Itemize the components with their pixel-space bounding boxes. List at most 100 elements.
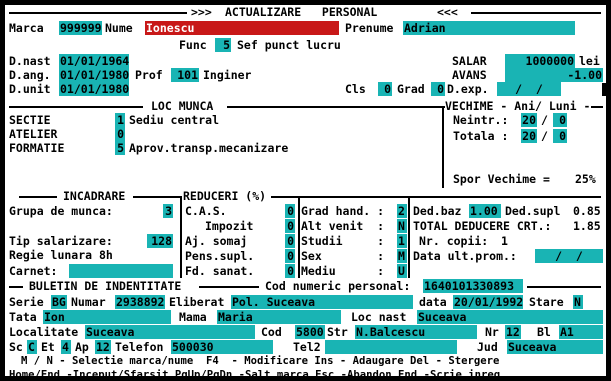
- loc-nast-field[interactable]: Suceava: [417, 310, 603, 324]
- tel2-field[interactable]: [325, 340, 457, 354]
- eliberat-label: Eliberat: [169, 295, 225, 309]
- buletin-rule-left: [9, 286, 23, 288]
- grad-hand-field[interactable]: 2: [397, 204, 407, 218]
- personnel-update-form: >>> ACTUALIZARE PERSONAL <<< Marca 99999…: [5, 5, 606, 376]
- mama-field[interactable]: Maria: [217, 310, 341, 324]
- buletin-title: BULETIN DE INDENTITATE: [29, 279, 182, 293]
- sex-field[interactable]: M: [397, 249, 407, 263]
- prof-name: Inginer: [203, 68, 252, 82]
- tip-salarizare-label: Tip salarizare:: [9, 234, 113, 248]
- str-field[interactable]: N.Balcescu: [355, 325, 477, 339]
- sc-label: Sc: [9, 340, 23, 354]
- formatie-code-field[interactable]: 5: [115, 141, 125, 155]
- grupa-field[interactable]: 3: [163, 204, 173, 218]
- data-ult-prom-field[interactable]: / /: [535, 249, 603, 263]
- ded-supl-value: 0.85: [573, 204, 601, 218]
- localitate-field[interactable]: Suceava: [85, 325, 255, 339]
- d-ang-label: D.ang.: [9, 68, 51, 82]
- totala-ani-field[interactable]: 20: [521, 129, 537, 143]
- cas-field[interactable]: 0: [285, 204, 295, 218]
- impozit-field[interactable]: 0: [285, 219, 295, 233]
- help-line-2: Home/End -Inceput/Sfarsit PgUp/PgDn -Sal…: [9, 369, 501, 376]
- neintr-ani-field[interactable]: 20: [521, 113, 537, 127]
- d-unit-field[interactable]: 01/01/1980: [59, 82, 129, 96]
- grad-label: Grad: [397, 82, 425, 96]
- vechime-rule-right: [591, 106, 603, 108]
- terminal-screen: >>> ACTUALIZARE PERSONAL <<< Marca 99999…: [0, 0, 611, 381]
- numar-label: Numar: [71, 295, 106, 309]
- salar-field[interactable]: 1000000: [505, 54, 575, 68]
- spor-vechime-label: Spor Vechime =: [453, 172, 550, 186]
- telefon-field[interactable]: 500030: [171, 340, 273, 354]
- ded-baz-label: Ded.baz: [413, 204, 462, 218]
- bl-field[interactable]: A1: [559, 325, 603, 339]
- pens-supl-field[interactable]: 0: [285, 249, 295, 263]
- avans-label: AVANS: [452, 68, 487, 82]
- prenume-field[interactable]: Adrian: [403, 21, 575, 35]
- sectie-code-field[interactable]: 1: [115, 113, 125, 127]
- serie-field[interactable]: BG: [51, 295, 67, 309]
- tata-field[interactable]: Ion: [43, 310, 171, 324]
- carnet-field[interactable]: [69, 264, 173, 278]
- cod-field[interactable]: 5800: [295, 325, 325, 339]
- atelier-code-field[interactable]: 0: [115, 127, 125, 141]
- localitate-label: Localitate: [9, 325, 79, 339]
- vechime-border: [442, 106, 444, 188]
- numar-field[interactable]: 2938892: [115, 295, 165, 309]
- marca-field[interactable]: 999999: [59, 21, 102, 35]
- alt-venit-field[interactable]: N: [397, 219, 407, 233]
- stare-field[interactable]: N: [573, 295, 583, 309]
- regie-text: Regie lunara 8h: [9, 248, 113, 262]
- grad-field[interactable]: 0: [431, 82, 445, 96]
- mediu-field[interactable]: U: [397, 264, 407, 278]
- totala-luni-field[interactable]: 0: [553, 129, 567, 143]
- fd-sanat-field[interactable]: 0: [285, 264, 295, 278]
- nume-label: Nume: [105, 21, 133, 35]
- grupa-label: Grupa de munca:: [9, 204, 113, 218]
- neintr-luni-field[interactable]: 0: [553, 113, 567, 127]
- d-nast-field[interactable]: 01/01/1964: [59, 54, 129, 68]
- reduceri-border-left: [180, 196, 182, 278]
- tata-label: Tata: [9, 310, 37, 324]
- sc-field[interactable]: C: [27, 340, 37, 354]
- page-title: ACTUALIZARE PERSONAL: [225, 5, 378, 19]
- str-label: Str: [327, 325, 348, 339]
- deduceri-border: [408, 196, 410, 278]
- cls-field[interactable]: 0: [378, 82, 392, 96]
- prenume-label: Prenume: [345, 21, 394, 35]
- reduceri-rule-right: [271, 196, 601, 198]
- pens-supl-label: Pens.supl.: [185, 249, 255, 263]
- incadrare-rule-right: [133, 196, 181, 198]
- cnp-field[interactable]: 1640101330893: [423, 279, 523, 293]
- spor-vechime-value: 25%: [575, 172, 596, 186]
- formatie-label: FORMATIE: [9, 141, 65, 155]
- data-field[interactable]: 20/01/1992: [453, 295, 523, 309]
- title-arrows-right: <<<: [437, 5, 458, 19]
- impozit-label: Impozit: [205, 219, 254, 233]
- carnet-label: Carnet:: [9, 264, 58, 278]
- ded-baz-field[interactable]: 1.00: [469, 204, 501, 218]
- tip-salarizare-field[interactable]: 128: [147, 234, 173, 248]
- nr-field[interactable]: 12: [505, 325, 521, 339]
- total-deducere-value: 1.85: [573, 219, 601, 233]
- loc-munca-rule-right: [227, 106, 445, 108]
- jud-field[interactable]: Suceava: [507, 340, 603, 354]
- incadrare-title: INCADRARE: [63, 189, 126, 203]
- d-ang-field[interactable]: 01/01/1980: [59, 68, 129, 82]
- ap-field[interactable]: 12: [95, 340, 111, 354]
- func-code-field[interactable]: 5: [215, 38, 231, 52]
- d-exp-field[interactable]: / /: [497, 82, 561, 96]
- prof-label: Prof: [135, 68, 163, 82]
- nume-field[interactable]: Ionescu: [145, 21, 339, 35]
- totala-separator: /: [541, 129, 548, 143]
- total-deducere-label: TOTAL DEDUCERE CRT.:: [413, 219, 552, 233]
- studii-field[interactable]: 1: [397, 234, 407, 248]
- mediu-label: Mediu :: [301, 264, 385, 278]
- nr-label: Nr: [485, 325, 499, 339]
- avans-field[interactable]: -1.00: [505, 68, 603, 82]
- aj-somaj-field[interactable]: 0: [285, 234, 295, 248]
- et-field[interactable]: 4: [61, 340, 71, 354]
- eliberat-field[interactable]: Pol. Suceava: [231, 295, 413, 309]
- grad-hand-label: Grad hand. :: [301, 204, 385, 218]
- prof-code-field[interactable]: 101: [171, 68, 199, 82]
